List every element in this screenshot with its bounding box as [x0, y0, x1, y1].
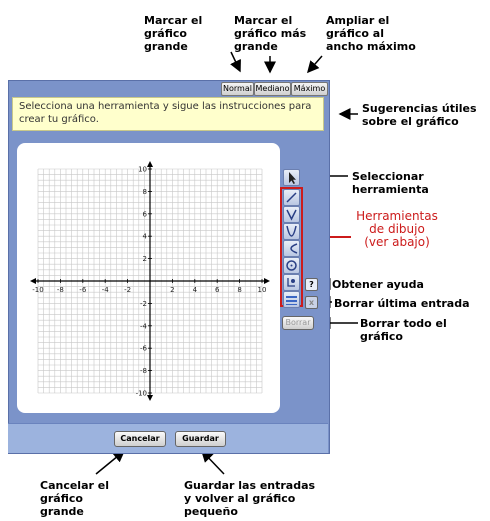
x-axis-arrow-left — [30, 278, 36, 284]
x-tick-label: 10 — [258, 286, 267, 294]
zoom-medium-button[interactable]: Mediano — [254, 82, 291, 96]
circle-tool-icon — [286, 260, 297, 271]
x-tick-label: -4 — [102, 286, 110, 294]
graph-area[interactable]: -10 -8 -6 -4 -2 2 4 6 8 10 10 8 6 4 2 -2 -4 -6 -8 -10 — [17, 143, 280, 413]
point-tool-button[interactable] — [283, 274, 300, 291]
x-tick-label: 8 — [237, 286, 241, 294]
callout-save: Guardar las entradas y volver al gráfico… — [184, 479, 316, 518]
y-tick-label: 4 — [143, 233, 148, 241]
hint-box: Selecciona una herramienta y sigue las i… — [12, 97, 324, 131]
parabola-tool-icon — [286, 225, 297, 237]
y-tick-label: -4 — [140, 322, 148, 330]
x-tick-label: -10 — [32, 286, 43, 294]
point-tool-icon — [287, 278, 295, 287]
callout-hints: Sugerencias útiles sobre el gráfico — [362, 102, 477, 128]
help-button[interactable]: ? — [305, 278, 318, 291]
select-tool-button[interactable] — [283, 169, 300, 186]
y-axis-arrow-down — [147, 395, 153, 401]
callout-select: Seleccionar herramienta — [352, 170, 429, 196]
x-tick-label: 2 — [170, 286, 174, 294]
y-tick-label: 2 — [143, 255, 147, 263]
callout-clear: Borrar todo el gráfico — [360, 317, 447, 343]
x-tick-label: -6 — [79, 286, 87, 294]
callout-drawing-tools: Herramientas de dibujo (ver abajo) — [356, 209, 438, 249]
callout-help: Obtener ayuda — [332, 278, 424, 291]
y-tick-label: -2 — [140, 300, 147, 308]
line-tool-button[interactable] — [283, 189, 300, 206]
coordinate-grid[interactable]: -10 -8 -6 -4 -2 2 4 6 8 10 10 8 6 4 2 -2 -4 -6 -8 -10 — [17, 143, 280, 413]
x-tick-label: -8 — [57, 286, 64, 294]
undo-button[interactable]: x — [305, 296, 318, 309]
x-tick-label: -2 — [124, 286, 131, 294]
clear-graph-button[interactable]: Borrar — [282, 316, 314, 330]
callout-cancel: Cancelar el gráfico grande — [40, 479, 109, 518]
y-tick-label: 8 — [143, 188, 147, 196]
absolute-value-tool-button[interactable] — [283, 206, 300, 223]
x-tick-label: 6 — [215, 286, 220, 294]
curve-tool-icon — [290, 243, 298, 254]
curve-tool-button[interactable] — [283, 240, 300, 257]
y-tick-label: -6 — [140, 345, 148, 353]
shading-tool-button[interactable] — [283, 291, 300, 308]
zoom-max-button[interactable]: Máximo — [291, 82, 328, 96]
bottom-button-bar — [8, 423, 328, 453]
x-tick-label: 4 — [193, 286, 198, 294]
save-button[interactable]: Guardar — [175, 431, 226, 447]
callout-undo: Borrar última entrada — [334, 297, 470, 310]
y-tick-label: 6 — [143, 210, 148, 218]
y-tick-label: -8 — [140, 367, 147, 375]
line-tool-icon — [286, 192, 297, 203]
pointer-icon — [289, 172, 296, 184]
shading-tool-icon — [286, 296, 297, 305]
cancel-button[interactable]: Cancelar — [114, 431, 166, 447]
absolute-value-tool-icon — [286, 209, 297, 221]
y-tick-label: -10 — [136, 390, 147, 398]
y-axis-arrow-up — [147, 161, 153, 167]
y-tick-label: 10 — [138, 166, 147, 174]
parabola-tool-button[interactable] — [283, 223, 300, 240]
zoom-normal-button[interactable]: Normal — [221, 82, 254, 96]
x-axis-arrow-right — [264, 278, 270, 284]
circle-tool-button[interactable] — [283, 257, 300, 274]
